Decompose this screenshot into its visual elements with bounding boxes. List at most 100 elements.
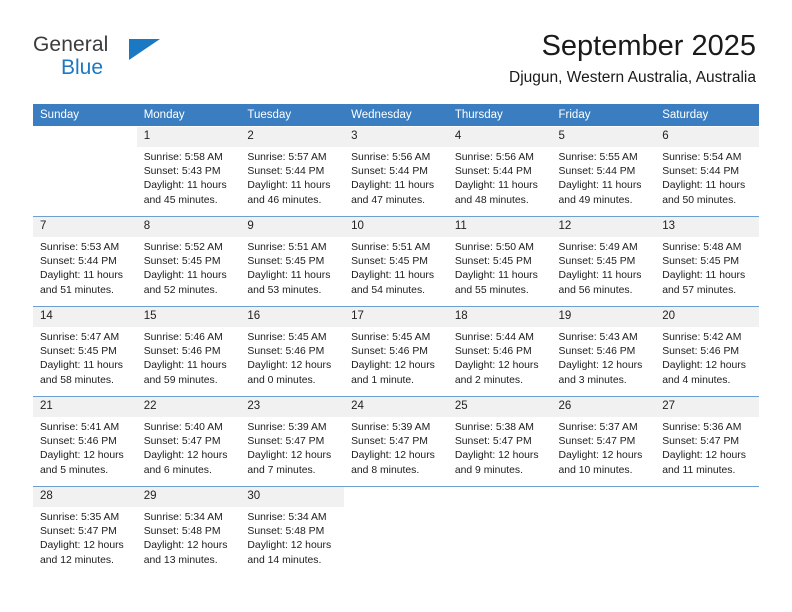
sunrise-text: Sunrise: 5:48 AM xyxy=(662,242,742,253)
sunset-text: Sunset: 5:44 PM xyxy=(247,166,325,178)
day-number: 25 xyxy=(447,397,552,417)
sunset-text: Sunset: 5:47 PM xyxy=(40,526,117,538)
day-details: Sunrise: 5:51 AM Sunset: 5:45 PM Daylight:… xyxy=(344,237,448,298)
daylight-text-line2: and 10 minutes. xyxy=(558,464,633,476)
day-number: 8 xyxy=(136,217,241,237)
day-number: 29 xyxy=(136,487,241,507)
day-details: Sunrise: 5:49 AM Sunset: 5:45 PM Daylight:… xyxy=(552,237,656,298)
day-number: 14 xyxy=(33,307,137,327)
daylight-text-line2: and 51 minutes. xyxy=(40,284,114,296)
calendar-day-cell[interactable]: 19 Sunrise: 5:43 AM Sunset: 5:46 PM Dayligh… xyxy=(551,306,656,397)
daylight-text-line1: Daylight: 11 hours xyxy=(558,180,642,192)
calendar-day-cell[interactable]: 21 Sunrise: 5:41 AM Sunset: 5:46 PM Dayligh… xyxy=(33,396,137,487)
calendar-day-cell[interactable]: 12 Sunrise: 5:49 AM Sunset: 5:45 PM Dayligh… xyxy=(551,216,656,307)
sunset-text: Sunset: 5:45 PM xyxy=(351,256,428,268)
calendar-page: General Blue September 2025 Djugun, West… xyxy=(0,0,792,612)
sunset-text: Sunset: 5:47 PM xyxy=(143,436,221,448)
daylight-text-line2: and 58 minutes. xyxy=(40,374,114,386)
calendar-day-cell[interactable]: 17 Sunrise: 5:45 AM Sunset: 5:46 PM Dayligh… xyxy=(344,306,448,397)
calendar-day-cell[interactable]: 25 Sunrise: 5:38 AM Sunset: 5:47 PM Dayligh… xyxy=(447,396,552,487)
daylight-text-line2: and 11 minutes. xyxy=(662,464,736,476)
sunset-text: Sunset: 5:45 PM xyxy=(143,256,221,268)
calendar-day-cell[interactable]: 10 Sunrise: 5:51 AM Sunset: 5:45 PM Dayligh… xyxy=(344,216,448,307)
calendar-day-cell[interactable]: 28 Sunrise: 5:35 AM Sunset: 5:47 PM Dayligh… xyxy=(33,486,137,577)
calendar-day-cell[interactable]: 18 Sunrise: 5:44 AM Sunset: 5:46 PM Dayligh… xyxy=(447,306,552,397)
daylight-text-line2: and 49 minutes. xyxy=(558,194,633,206)
daylight-text-line1: Daylight: 11 hours xyxy=(351,270,435,282)
day-number: 4 xyxy=(447,127,552,147)
daylight-text-line1: Daylight: 12 hours xyxy=(454,360,539,372)
calendar-day-cell[interactable]: 13 Sunrise: 5:48 AM Sunset: 5:45 PM Dayligh… xyxy=(655,216,759,307)
day-cell-inner: 10 Sunrise: 5:51 AM Sunset: 5:45 PM Dayligh… xyxy=(344,217,448,306)
daylight-text-line1: Daylight: 12 hours xyxy=(143,540,228,552)
daylight-text-line1: Daylight: 11 hours xyxy=(143,270,227,282)
sunrise-text: Sunrise: 5:47 AM xyxy=(40,332,120,343)
daylight-text-line1: Daylight: 12 hours xyxy=(351,360,435,372)
sunrise-text: Sunrise: 5:37 AM xyxy=(558,422,638,433)
calendar-day-cell[interactable]: 26 Sunrise: 5:37 AM Sunset: 5:47 PM Dayligh… xyxy=(551,396,656,487)
daylight-text-line2: and 14 minutes. xyxy=(247,554,322,566)
calendar-day-cell-empty xyxy=(551,486,656,577)
sunrise-text: Sunrise: 5:50 AM xyxy=(454,242,534,253)
day-cell-inner: 29 Sunrise: 5:34 AM Sunset: 5:48 PM Dayligh… xyxy=(136,487,241,576)
day-details: Sunrise: 5:52 AM Sunset: 5:45 PM Daylight:… xyxy=(137,237,241,298)
daylight-text-line1: Daylight: 11 hours xyxy=(454,180,538,192)
calendar-day-cell[interactable]: 6 Sunrise: 5:54 AM Sunset: 5:44 PM Daylight… xyxy=(655,126,759,217)
daylight-text-line2: and 46 minutes. xyxy=(247,194,322,206)
day-cell-inner: 18 Sunrise: 5:44 AM Sunset: 5:46 PM Dayligh… xyxy=(447,307,552,396)
daylight-text-line2: and 9 minutes. xyxy=(454,464,523,476)
sunrise-text: Sunrise: 5:56 AM xyxy=(454,152,534,163)
calendar-day-cell[interactable]: 27 Sunrise: 5:36 AM Sunset: 5:47 PM Dayligh… xyxy=(655,396,759,487)
daylight-text-line2: and 52 minutes. xyxy=(143,284,218,296)
day-number: 22 xyxy=(136,397,241,417)
day-cell-inner: 20 Sunrise: 5:42 AM Sunset: 5:46 PM Dayligh… xyxy=(655,307,759,396)
calendar-day-cell[interactable]: 9 Sunrise: 5:51 AM Sunset: 5:45 PM Daylight… xyxy=(240,216,345,307)
calendar-day-cell[interactable]: 4 Sunrise: 5:56 AM Sunset: 5:44 PM Daylight… xyxy=(447,126,552,217)
calendar-day-cell[interactable]: 1 Sunrise: 5:58 AM Sunset: 5:43 PM Daylight… xyxy=(136,126,241,217)
brand-name-general: General xyxy=(33,33,109,56)
calendar-day-cell[interactable]: 14 Sunrise: 5:47 AM Sunset: 5:45 PM Dayligh… xyxy=(33,306,137,397)
daylight-text-line1: Daylight: 11 hours xyxy=(143,180,227,192)
day-cell-inner: 15 Sunrise: 5:46 AM Sunset: 5:46 PM Dayligh… xyxy=(136,307,241,396)
day-cell-inner: 1 Sunrise: 5:58 AM Sunset: 5:43 PM Daylight… xyxy=(136,127,241,216)
day-details: Sunrise: 5:50 AM Sunset: 5:45 PM Daylight:… xyxy=(448,237,552,298)
sunrise-text: Sunrise: 5:44 AM xyxy=(454,332,534,343)
calendar-day-cell[interactable]: 20 Sunrise: 5:42 AM Sunset: 5:46 PM Dayligh… xyxy=(655,306,759,397)
brand-logo[interactable]: General Blue xyxy=(33,33,183,81)
daylight-text-line2: and 55 minutes. xyxy=(454,284,529,296)
calendar-day-cell[interactable]: 22 Sunrise: 5:40 AM Sunset: 5:47 PM Dayligh… xyxy=(136,396,241,487)
sunset-text: Sunset: 5:44 PM xyxy=(40,256,117,268)
day-number: 28 xyxy=(33,487,137,507)
day-number: 21 xyxy=(33,397,137,417)
day-cell-inner: 7 Sunrise: 5:53 AM Sunset: 5:44 PM Daylight… xyxy=(33,217,137,306)
calendar-day-cell[interactable]: 29 Sunrise: 5:34 AM Sunset: 5:48 PM Dayligh… xyxy=(136,486,241,577)
calendar-day-cell[interactable]: 15 Sunrise: 5:46 AM Sunset: 5:46 PM Dayligh… xyxy=(136,306,241,397)
sunrise-text: Sunrise: 5:51 AM xyxy=(247,242,327,253)
daylight-text-line2: and 1 minute. xyxy=(351,374,415,386)
day-details: Sunrise: 5:39 AM Sunset: 5:47 PM Daylight:… xyxy=(344,417,448,478)
daylight-text-line2: and 47 minutes. xyxy=(351,194,426,206)
calendar-day-cell[interactable]: 2 Sunrise: 5:57 AM Sunset: 5:44 PM Daylight… xyxy=(240,126,345,217)
calendar-day-cell[interactable]: 16 Sunrise: 5:45 AM Sunset: 5:46 PM Dayligh… xyxy=(240,306,345,397)
daylight-text-line2: and 4 minutes. xyxy=(662,374,731,386)
calendar-day-cell[interactable]: 7 Sunrise: 5:53 AM Sunset: 5:44 PM Daylight… xyxy=(33,216,137,307)
calendar-day-cell[interactable]: 24 Sunrise: 5:39 AM Sunset: 5:47 PM Dayligh… xyxy=(344,396,448,487)
sunset-text: Sunset: 5:46 PM xyxy=(247,346,325,358)
daylight-text-line1: Daylight: 11 hours xyxy=(40,270,123,282)
calendar-day-cell[interactable]: 3 Sunrise: 5:56 AM Sunset: 5:44 PM Daylight… xyxy=(344,126,448,217)
day-details: Sunrise: 5:42 AM Sunset: 5:46 PM Daylight:… xyxy=(655,327,759,388)
daylight-text-line1: Daylight: 11 hours xyxy=(662,270,746,282)
sunrise-text: Sunrise: 5:45 AM xyxy=(351,332,431,343)
calendar-day-cell[interactable]: 11 Sunrise: 5:50 AM Sunset: 5:45 PM Dayligh… xyxy=(447,216,552,307)
sunset-text: Sunset: 5:46 PM xyxy=(351,346,428,358)
sunset-text: Sunset: 5:46 PM xyxy=(454,346,532,358)
daylight-text-line2: and 45 minutes. xyxy=(143,194,218,206)
day-details: Sunrise: 5:58 AM Sunset: 5:43 PM Daylight:… xyxy=(137,147,241,208)
calendar-day-cell[interactable]: 8 Sunrise: 5:52 AM Sunset: 5:45 PM Daylight… xyxy=(136,216,241,307)
sunset-text: Sunset: 5:44 PM xyxy=(454,166,532,178)
calendar-day-cell[interactable]: 30 Sunrise: 5:34 AM Sunset: 5:48 PM Dayligh… xyxy=(240,486,345,577)
sunset-text: Sunset: 5:46 PM xyxy=(143,346,221,358)
calendar-day-cell[interactable]: 23 Sunrise: 5:39 AM Sunset: 5:47 PM Dayligh… xyxy=(240,396,345,487)
calendar-day-cell[interactable]: 5 Sunrise: 5:55 AM Sunset: 5:44 PM Daylight… xyxy=(551,126,656,217)
sunrise-text: Sunrise: 5:55 AM xyxy=(558,152,638,163)
